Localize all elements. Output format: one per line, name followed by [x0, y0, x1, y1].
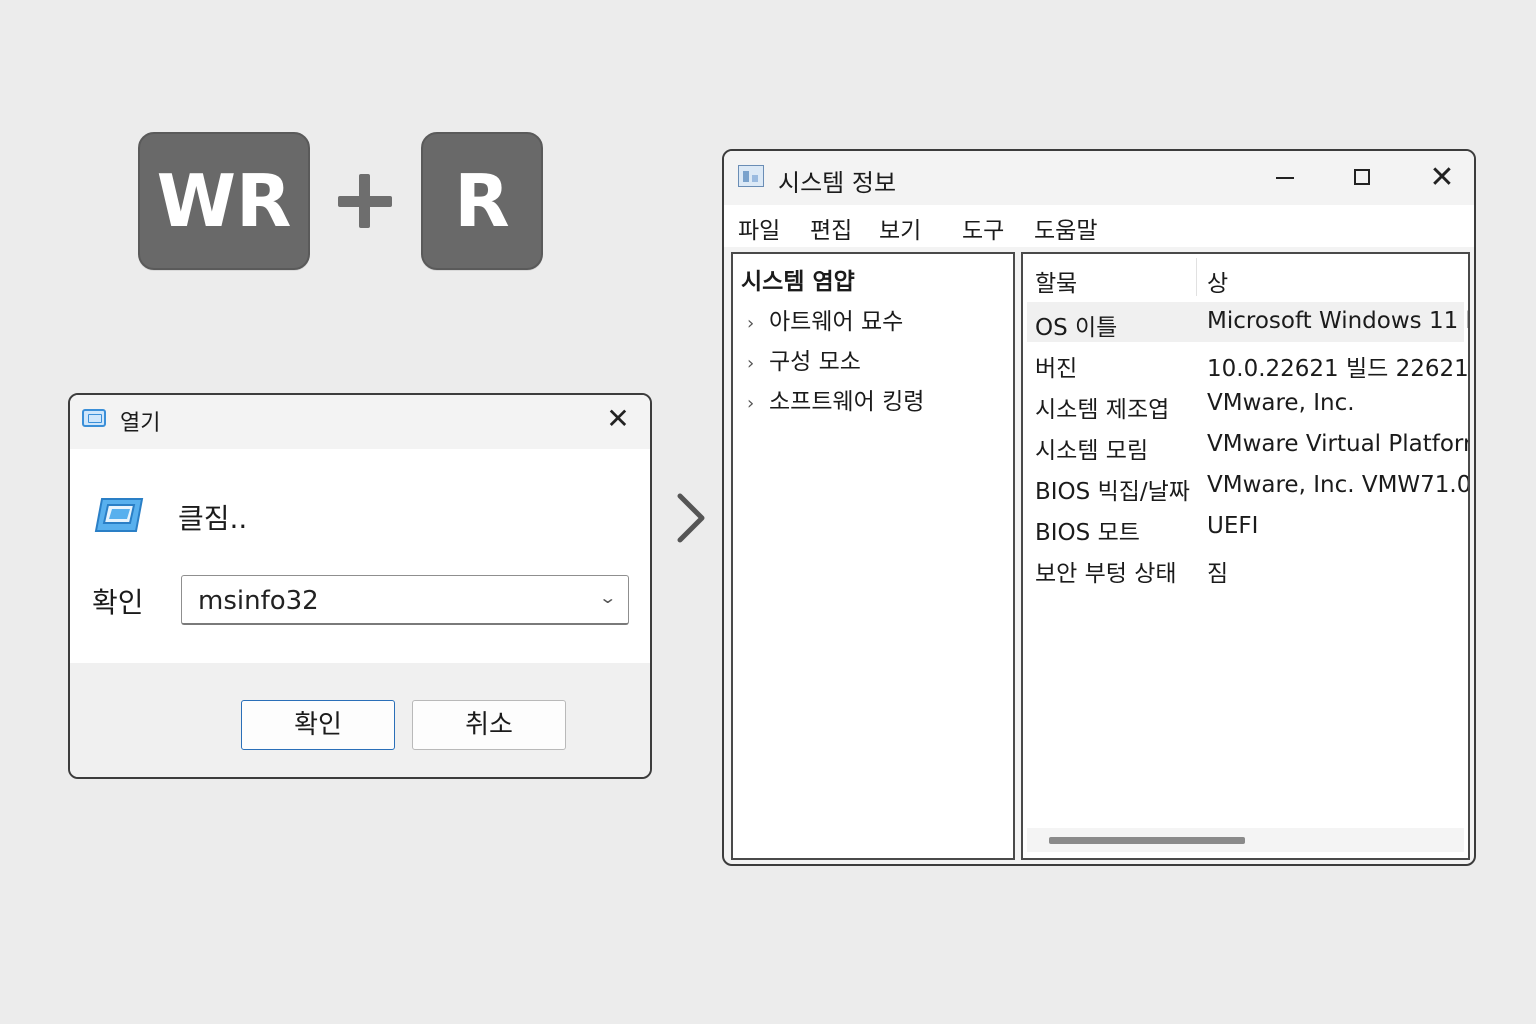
column-divider[interactable]: [1196, 258, 1197, 296]
menu-file[interactable]: 파일: [738, 211, 780, 245]
table-row[interactable]: BIOS 빅집/날짜 VMware, Inc. VMW71.0(: [1027, 466, 1468, 506]
chevron-right-icon[interactable]: ›: [747, 393, 769, 414]
table-row[interactable]: 시소템 제조엽 VMware, Inc.: [1027, 384, 1464, 424]
tree-item-components[interactable]: › 구성 모소: [747, 342, 861, 376]
tree-item-label: 소프트웨어 킹령: [769, 389, 925, 415]
key-r-label: R: [454, 159, 510, 243]
chevron-right-icon[interactable]: ›: [747, 353, 769, 374]
cancel-button[interactable]: 취소: [412, 700, 566, 750]
row-item: 버진: [1035, 356, 1078, 382]
horizontal-scrollbar[interactable]: [1027, 828, 1464, 852]
row-value: VMware Virtual Platforr: [1207, 431, 1470, 457]
scrollbar-thumb[interactable]: [1049, 837, 1245, 844]
open-label: 확인: [92, 586, 144, 619]
chevron-right-icon: [677, 493, 705, 543]
row-item: 시소템 제조엽: [1035, 397, 1170, 423]
menu-view[interactable]: 보기: [879, 211, 921, 245]
row-value: UEFI: [1207, 513, 1259, 539]
tree-item-software[interactable]: › 소프트웨어 킹령: [747, 382, 924, 416]
table-row[interactable]: OS 이틀 Microsoft Windows 11 l: [1027, 302, 1468, 342]
run-dialog-icon: [82, 409, 106, 427]
maximize-icon[interactable]: [1342, 161, 1382, 195]
column-header-value[interactable]: 상: [1207, 264, 1228, 298]
menu-help[interactable]: 도움말: [1034, 211, 1097, 245]
menu-bar: 파일 편집 보기 도구 도움말: [724, 205, 1474, 247]
row-item: BIOS 빅집/날짜: [1035, 479, 1190, 505]
table-row[interactable]: 버진 10.0.22621 빌드 22621: [1027, 343, 1468, 383]
minimize-icon[interactable]: [1264, 161, 1304, 195]
table-row[interactable]: 보안 부텅 상태 짐: [1027, 548, 1464, 588]
row-item: BIOS 모트: [1035, 520, 1140, 546]
system-info-window: 시스템 정보 ✕ 파일 편집 보기 도구 도움말 시스템 염얍 › 아트웨어 묘수…: [722, 149, 1476, 866]
row-value: VMware, Inc. VMW71.0(: [1207, 472, 1470, 498]
tree-item-hardware[interactable]: › 아트웨어 묘수: [747, 302, 903, 336]
run-dialog: 열기 ✕ 클짐.. 확인 msinfo32 ⌄ 확인 취소: [68, 393, 652, 779]
row-value: 10.0.22621 빌드 22621: [1207, 356, 1469, 382]
tree-root[interactable]: 시스템 염얍: [741, 262, 855, 296]
row-item: OS 이틀: [1035, 315, 1118, 341]
category-tree: 시스템 염얍 › 아트웨어 묘수 › 구성 모소 › 소프트웨어 킹령: [731, 252, 1015, 860]
ok-button[interactable]: 확인: [241, 700, 395, 750]
run-title: 열기: [120, 411, 161, 436]
menu-tools[interactable]: 도구: [962, 211, 1004, 245]
row-value: VMware, Inc.: [1207, 390, 1355, 416]
table-row[interactable]: BIOS 모트 UEFI: [1027, 507, 1464, 547]
key-r: R: [421, 132, 543, 270]
key-win-label: WR: [156, 159, 292, 243]
open-combobox[interactable]: msinfo32 ⌄: [181, 575, 629, 625]
run-description: 클짐..: [178, 502, 248, 535]
row-item: 시소템 모림: [1035, 438, 1149, 464]
details-list: 할뭌 상 OS 이틀 Microsoft Windows 11 l 버진 10.…: [1021, 252, 1470, 860]
row-item: 보안 부텅 상태: [1035, 561, 1177, 587]
run-app-icon: [94, 498, 144, 532]
chevron-right-icon[interactable]: ›: [747, 313, 769, 334]
run-body: 클짐.. 확인 msinfo32 ⌄: [70, 449, 650, 663]
run-titlebar: 열기 ✕: [70, 395, 650, 449]
tree-item-label: 아트웨어 묘수: [769, 309, 904, 335]
close-icon[interactable]: ✕: [1422, 161, 1462, 195]
chevron-down-icon[interactable]: ⌄: [598, 588, 617, 607]
plus-icon: [338, 174, 392, 228]
system-info-icon: [738, 165, 764, 187]
menu-edit[interactable]: 편집: [810, 211, 852, 245]
key-win: WR: [138, 132, 310, 270]
close-icon[interactable]: ✕: [602, 403, 634, 435]
sys-title: 시스템 정보: [778, 169, 897, 197]
table-row[interactable]: 시소템 모림 VMware Virtual Platforr: [1027, 425, 1468, 465]
row-value: Microsoft Windows 11 l: [1207, 308, 1470, 334]
run-footer: 확인 취소: [70, 663, 650, 777]
row-value: 짐: [1207, 561, 1229, 587]
column-header-item[interactable]: 할뭌: [1035, 264, 1077, 298]
open-input[interactable]: msinfo32: [198, 586, 319, 616]
tree-item-label: 구성 모소: [769, 349, 861, 375]
sys-titlebar: 시스템 정보 ✕: [724, 151, 1474, 205]
